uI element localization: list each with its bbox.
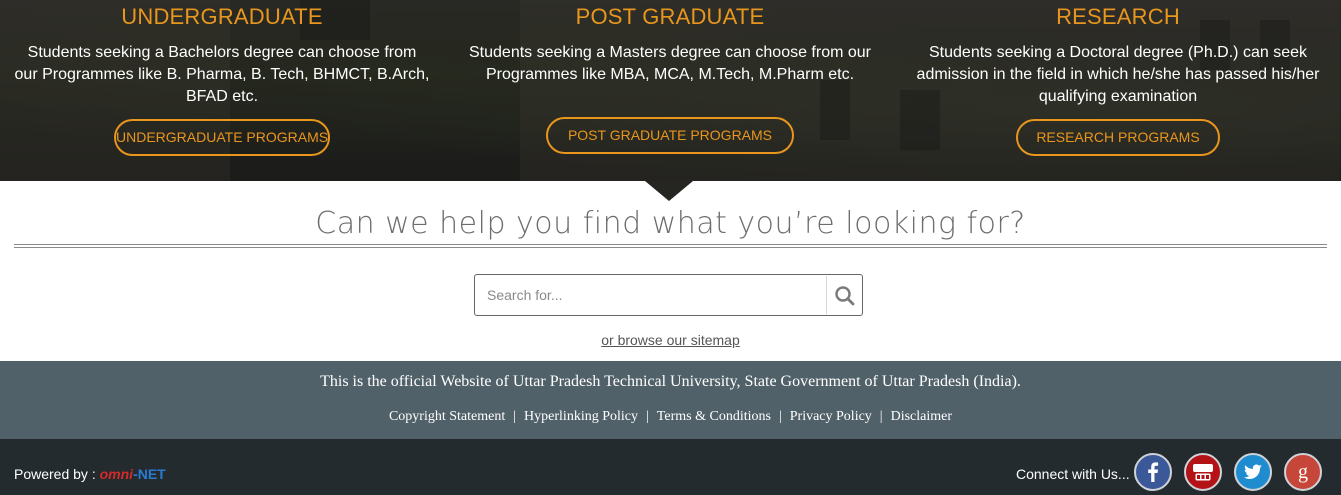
hyperlinking-policy-link[interactable]: Hyperlinking Policy	[524, 409, 638, 424]
footer-band: This is the official Website of Uttar Pr…	[0, 361, 1341, 439]
bottom-bar: Powered by : omni-NET Connect with Us...…	[0, 439, 1341, 495]
research-column: RESEARCH Students seeking a Doctoral deg…	[910, 0, 1326, 156]
search-input[interactable]	[475, 275, 825, 315]
divider-line	[14, 247, 1327, 248]
link-separator: |	[645, 409, 649, 424]
google-plus-button[interactable]: g	[1284, 453, 1322, 491]
privacy-policy-link[interactable]: Privacy Policy	[790, 409, 872, 424]
postgraduate-description: Students seeking a Masters degree can ch…	[469, 44, 871, 83]
brand-net: -NET	[133, 466, 166, 482]
sitemap-link[interactable]: or browse our sitemap	[601, 332, 740, 348]
sitemap-row: or browse our sitemap	[0, 332, 1341, 348]
powered-label: Powered by :	[14, 466, 96, 482]
undergraduate-description: Students seeking a Bachelors degree can …	[14, 44, 430, 105]
link-separator: |	[879, 409, 883, 424]
twitter-button[interactable]	[1234, 453, 1272, 491]
research-programs-button[interactable]: RESEARCH PROGRAMS	[1016, 119, 1220, 156]
undergraduate-programs-button[interactable]: UNDERGRADUATE PROGRAMS	[114, 119, 330, 156]
omninet-link[interactable]: omni-NET	[100, 466, 166, 482]
google-plus-icon: g	[1298, 461, 1308, 483]
connect-label: Connect with Us...	[1016, 466, 1130, 482]
disclaimer-link[interactable]: Disclaimer	[891, 409, 952, 424]
facebook-button[interactable]	[1134, 453, 1172, 491]
search-icon	[835, 286, 855, 306]
divider-line	[14, 244, 1327, 245]
section-pointer	[645, 181, 693, 201]
postgraduate-title: POST GRADUATE	[575, 4, 765, 29]
postgraduate-column: POST GRADUATE Students seeking a Masters…	[462, 0, 878, 154]
research-description: Students seeking a Doctoral degree (Ph.D…	[916, 44, 1320, 105]
svg-text:g: g	[1298, 461, 1308, 483]
youtube-icon	[1193, 464, 1213, 481]
postgraduate-programs-button[interactable]: POST GRADUATE PROGRAMS	[546, 117, 794, 154]
twitter-icon	[1243, 464, 1262, 479]
help-heading: Can we help you find what you’re looking…	[315, 206, 1026, 241]
official-notice: This is the official Website of Uttar Pr…	[320, 373, 1021, 390]
link-separator: |	[513, 409, 517, 424]
youtube-button[interactable]	[1184, 453, 1222, 491]
undergraduate-title: UNDERGRADUATE	[121, 4, 323, 29]
terms-link[interactable]: Terms & Conditions	[657, 409, 771, 424]
research-title: RESEARCH	[1056, 4, 1180, 29]
undergraduate-column: UNDERGRADUATE Students seeking a Bachelo…	[14, 0, 430, 156]
powered-by: Powered by : omni-NET	[14, 466, 166, 482]
search-box	[474, 274, 863, 316]
programs-hero: UNDERGRADUATE Students seeking a Bachelo…	[0, 0, 1341, 181]
search-button[interactable]	[827, 275, 862, 315]
footer-links: Copyright Statement | Hyperlinking Policy |…	[0, 409, 1341, 425]
link-separator: |	[778, 409, 782, 424]
brand-omni: omni	[99, 466, 134, 482]
copyright-link[interactable]: Copyright Statement	[389, 409, 505, 424]
facebook-icon	[1148, 462, 1159, 482]
